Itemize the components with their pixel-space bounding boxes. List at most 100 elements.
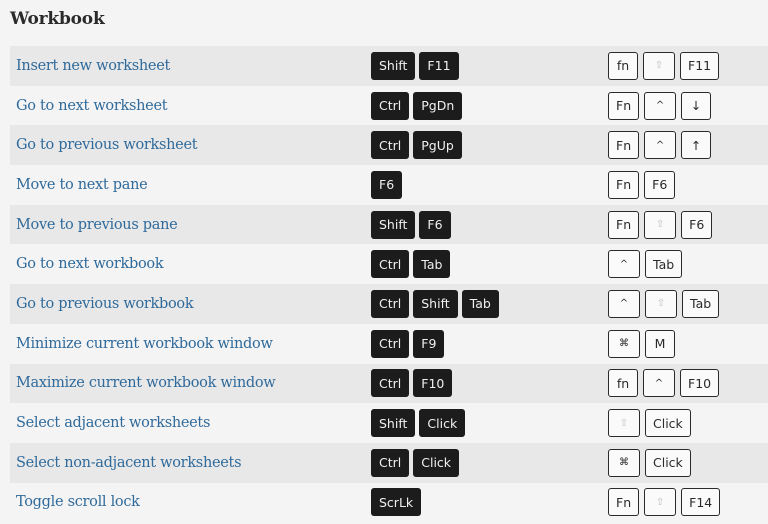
command-icon: ⌘	[608, 329, 640, 358]
mac-keys: Fn ⇧ F14	[608, 483, 721, 523]
mac-key: Click	[645, 448, 691, 477]
shift-icon: ⇧	[608, 409, 640, 438]
shift-icon: ⇧	[645, 289, 677, 318]
windows-key: F11	[419, 51, 459, 80]
windows-key: Shift	[413, 289, 458, 318]
mac-keys: fn ^ F10	[608, 364, 720, 404]
arrow-down-icon: ↓	[681, 91, 712, 120]
windows-key: Shift	[371, 409, 416, 438]
control-icon: ^	[608, 250, 640, 279]
windows-keys: Shift Click	[371, 403, 466, 443]
shortcut-row: Toggle scroll lock ScrLk Fn ⇧ F14	[10, 482, 768, 523]
shift-icon: ⇧	[644, 488, 677, 517]
shortcut-action-link[interactable]: Go to next workbook	[16, 244, 164, 284]
windows-key: Ctrl	[371, 448, 410, 477]
windows-keys: Ctrl Tab	[371, 244, 451, 284]
shift-icon: ⇧	[644, 210, 677, 239]
mac-keys: ^ ⇧ Tab	[608, 284, 720, 324]
windows-key: F6	[371, 170, 403, 199]
shortcut-row: Go to next worksheet Ctrl PgDn Fn ^ ↓	[10, 85, 768, 126]
mac-key: F11	[680, 51, 720, 80]
mac-keys: ⌘ Click	[608, 443, 691, 483]
shortcut-action-link[interactable]: Insert new worksheet	[16, 46, 170, 86]
windows-key: PgDn	[413, 91, 463, 120]
shortcut-action-link[interactable]: Select adjacent worksheets	[16, 403, 210, 443]
shortcut-row: Insert new worksheet Shift F11 fn ⇧ F11	[10, 46, 768, 86]
shortcut-action-link[interactable]: Go to previous workbook	[16, 284, 194, 324]
windows-keys: Ctrl F10	[371, 364, 453, 404]
windows-key: F6	[419, 210, 451, 239]
shortcut-row: Minimize current workbook window Ctrl F9 ⌘ M	[10, 323, 768, 364]
mac-key: Fn	[608, 488, 640, 517]
shortcut-row: Move to previous pane Shift F6 Fn ⇧ F6	[10, 204, 768, 245]
windows-key: Ctrl	[371, 131, 410, 160]
arrow-up-icon: ↑	[681, 131, 712, 160]
shortcut-row: Go to previous workbook Ctrl Shift Tab ^ ⇧ Tab	[10, 284, 768, 324]
windows-key: Shift	[371, 51, 416, 80]
windows-keys: Shift F11	[371, 46, 459, 86]
windows-keys: Shift F6	[371, 205, 451, 245]
mac-key: fn	[608, 369, 638, 398]
shortcut-row: Go to next workbook Ctrl Tab ^ Tab	[10, 244, 768, 285]
shortcut-row: Move to next pane F6 Fn F6	[10, 165, 768, 205]
windows-key: Click	[413, 448, 460, 477]
mac-key: Tab	[645, 250, 683, 279]
shortcut-action-link[interactable]: Go to next worksheet	[16, 86, 168, 126]
mac-key: Tab	[682, 289, 720, 318]
mac-key: F10	[680, 369, 720, 398]
windows-keys: Ctrl F9	[371, 324, 445, 364]
mac-key: M	[645, 329, 675, 358]
windows-key: Tab	[413, 250, 451, 279]
shortcut-action-link[interactable]: Select non-adjacent worksheets	[16, 443, 242, 483]
shortcut-action-link[interactable]: Go to previous worksheet	[16, 125, 198, 165]
mac-keys: Fn F6	[608, 165, 676, 205]
windows-keys: F6	[371, 165, 403, 205]
shortcut-row: Maximize current workbook window Ctrl F10 f…	[10, 363, 768, 404]
mac-key: F6	[644, 170, 676, 199]
mac-key: F6	[681, 210, 713, 239]
mac-key: Fn	[608, 210, 640, 239]
windows-key: Ctrl	[371, 329, 410, 358]
shortcut-action-link[interactable]: Minimize current workbook window	[16, 324, 273, 364]
mac-keys: Fn ⇧ F6	[608, 205, 713, 245]
windows-keys: Ctrl Shift Tab	[371, 284, 499, 324]
windows-keys: ScrLk	[371, 483, 422, 523]
windows-key: F10	[413, 369, 453, 398]
mac-keys: fn ⇧ F11	[608, 46, 720, 86]
shortcut-action-link[interactable]: Move to next pane	[16, 165, 148, 205]
shortcut-action-link[interactable]: Maximize current workbook window	[16, 364, 276, 404]
windows-key: Ctrl	[371, 369, 410, 398]
control-icon: ^	[644, 131, 677, 160]
mac-keys: Fn ^ ↑	[608, 125, 712, 165]
windows-key: Ctrl	[371, 250, 410, 279]
mac-keys: Fn ^ ↓	[608, 86, 712, 126]
windows-key: Ctrl	[371, 289, 410, 318]
mac-key: Click	[645, 409, 691, 438]
mac-key: Fn	[608, 131, 640, 160]
control-icon: ^	[643, 369, 675, 398]
windows-key: Shift	[371, 210, 416, 239]
command-icon: ⌘	[608, 448, 640, 477]
windows-key: Click	[419, 409, 466, 438]
mac-keys: ⇧ Click	[608, 403, 691, 443]
windows-keys: Ctrl Click	[371, 443, 460, 483]
windows-keys: Ctrl PgUp	[371, 125, 462, 165]
shortcut-action-link[interactable]: Toggle scroll lock	[16, 483, 140, 523]
windows-keys: Ctrl PgDn	[371, 86, 463, 126]
shortcuts-table: Insert new worksheet Shift F11 fn ⇧ F11 Go to …	[10, 46, 768, 523]
shortcut-row: Select non-adjacent worksheets Ctrl Click ⌘…	[10, 442, 768, 483]
shift-icon: ⇧	[643, 51, 675, 80]
mac-key: F14	[681, 488, 721, 517]
control-icon: ^	[644, 91, 677, 120]
mac-keys: ⌘ M	[608, 324, 675, 364]
mac-key: fn	[608, 51, 638, 80]
windows-key: Ctrl	[371, 91, 410, 120]
section-title: Workbook	[10, 9, 105, 29]
shortcut-row: Go to previous worksheet Ctrl PgUp Fn ^ ↑	[10, 125, 768, 166]
control-icon: ^	[608, 289, 640, 318]
mac-keys: ^ Tab	[608, 244, 683, 284]
shortcut-action-link[interactable]: Move to previous pane	[16, 205, 178, 245]
windows-key: PgUp	[413, 131, 462, 160]
windows-key: Tab	[461, 289, 499, 318]
windows-key: ScrLk	[371, 488, 422, 517]
